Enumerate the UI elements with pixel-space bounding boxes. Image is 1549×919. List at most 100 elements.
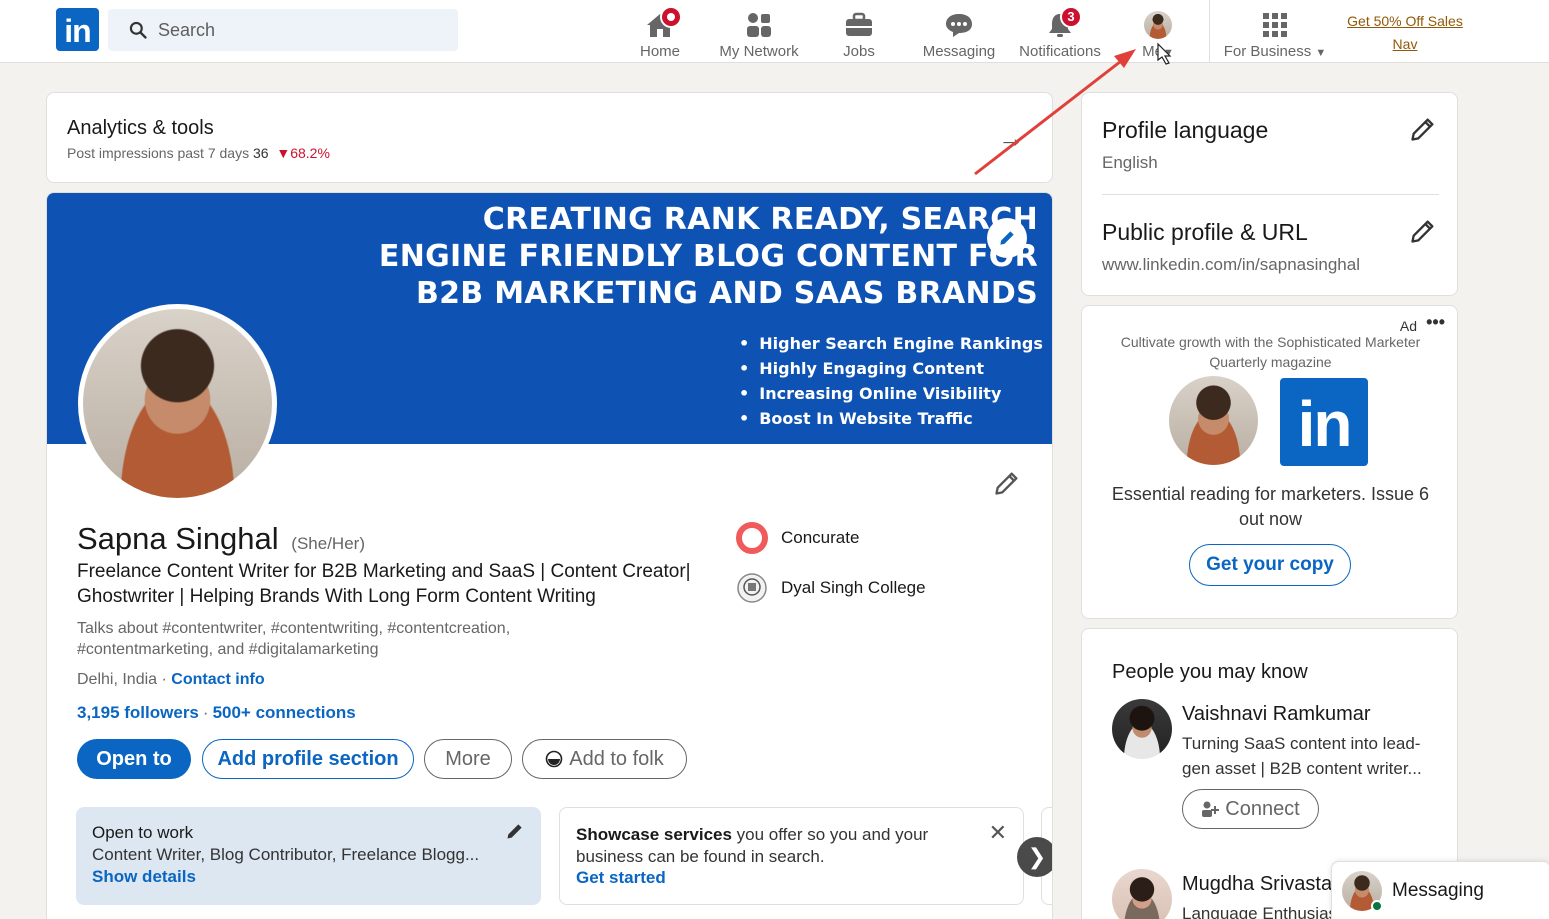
linkedin-logo[interactable]: in: [56, 8, 99, 51]
banner-line-1: CREATING RANK READY, SEARCH: [482, 202, 1038, 237]
pencil-icon: [1000, 231, 1014, 245]
banner-bullets: Higher Search Engine Rankings Highly Eng…: [739, 331, 1043, 431]
online-status-icon: [1371, 900, 1383, 912]
open-to-work-roles: Content Writer, Blog Contributor, Freela…: [92, 845, 480, 864]
messaging-avatar: [1342, 871, 1383, 912]
person-name[interactable]: Mugdha Srivastava: [1182, 873, 1353, 896]
briefcase-icon: [846, 12, 872, 36]
edit-intro-pencil-icon[interactable]: [993, 469, 1021, 497]
show-details-link[interactable]: Show details: [92, 867, 196, 887]
ad-body: Essential reading for marketers. Issue 6…: [1111, 484, 1430, 529]
followers-link[interactable]: 3,195 followers: [77, 703, 199, 722]
profile-location-line: Delhi, India · Contact info: [77, 671, 265, 688]
org-concurate[interactable]: Concurate: [735, 521, 859, 555]
profile-name-line: Sapna Singhal (She/Her): [77, 521, 365, 557]
person-name[interactable]: Vaishnavi Ramkumar: [1182, 703, 1371, 726]
contact-info-link[interactable]: Contact info: [171, 671, 264, 688]
promo-line-2: Nav: [1392, 36, 1418, 52]
caret-down-icon: ▼: [1315, 47, 1327, 59]
org-dyal-singh-college[interactable]: Dyal Singh College: [735, 571, 926, 605]
profile-name: Sapna Singhal: [77, 521, 279, 556]
banner-bullet: Increasing Online Visibility: [739, 381, 1043, 406]
nav-messaging-label: Messaging: [922, 43, 996, 60]
folk-icon: [545, 750, 563, 768]
impressions-change: 68.2%: [290, 145, 330, 161]
profile-network-stats: 3,195 followers · 500+ connections: [77, 703, 356, 722]
messaging-label: Messaging: [1392, 880, 1484, 901]
nav-notifications-label: Notifications: [1019, 43, 1101, 60]
impressions-value: 36: [252, 145, 269, 161]
add-to-folk-label: Add to folk: [569, 747, 664, 770]
search-box[interactable]: [108, 9, 458, 51]
profile-location: Delhi, India: [77, 671, 158, 688]
connections-link[interactable]: 500+ connections: [213, 703, 356, 722]
college-crest-icon: [735, 571, 769, 605]
showcase-text: Showcase services you offer so you and y…: [576, 824, 976, 868]
edit-banner-button[interactable]: [987, 218, 1027, 258]
caret-down-icon: ▼: [1162, 47, 1174, 59]
add-profile-section-button[interactable]: Add profile section: [202, 739, 414, 779]
top-nav: in Home My Network Jobs Messaging 3: [0, 0, 1549, 63]
analytics-card[interactable]: Analytics & tools Post impressions past …: [46, 92, 1053, 183]
public-profile-title: Public profile & URL: [1102, 219, 1308, 245]
edit-url-pencil-icon[interactable]: [1409, 217, 1437, 245]
more-options-icon[interactable]: •••: [1426, 312, 1445, 333]
open-to-work-title: Open to work: [92, 823, 194, 842]
concurate-logo-icon: [735, 521, 769, 555]
divider: [1102, 194, 1439, 195]
nav-for-business-label: For Business: [1223, 43, 1312, 60]
nav-me-label: Me: [1142, 43, 1163, 60]
arrow-right-icon[interactable]: →: [998, 123, 1024, 154]
carousel-next-button[interactable]: ❯: [1017, 837, 1052, 877]
banner-bullet: Boost In Website Traffic: [739, 406, 1043, 431]
add-to-folk-button[interactable]: Add to folk: [522, 739, 687, 779]
connect-button[interactable]: Connect: [1182, 789, 1319, 829]
nav-for-business[interactable]: For Business ▼: [1222, 4, 1328, 60]
nav-notifications[interactable]: 3 Notifications: [1016, 4, 1104, 60]
banner-line-2: ENGINE FRIENDLY BLOG CONTENT FOR: [378, 239, 1038, 274]
get-started-link[interactable]: Get started: [576, 868, 666, 888]
ad-user-avatar: [1169, 376, 1258, 465]
nav-messaging[interactable]: Messaging: [922, 4, 996, 60]
search-input[interactable]: [158, 19, 438, 41]
network-icon: [747, 13, 771, 37]
more-button[interactable]: More: [424, 739, 512, 779]
add-person-icon: [1202, 801, 1220, 817]
messaging-overlay-bar[interactable]: Messaging: [1331, 861, 1549, 919]
search-icon: [129, 21, 147, 39]
me-avatar: [1144, 11, 1172, 39]
nav-me[interactable]: Me▼: [1134, 4, 1182, 60]
nav-jobs[interactable]: Jobs: [836, 4, 882, 60]
nav-home-label: Home: [639, 43, 680, 60]
pencil-icon[interactable]: [505, 821, 525, 841]
avatar: [1112, 699, 1172, 759]
avatar: [1112, 869, 1172, 919]
profile-language-title: Profile language: [1102, 117, 1269, 143]
trend-down-icon: ▼: [276, 145, 291, 161]
promo-line-1: Get 50% Off Sales: [1347, 13, 1463, 29]
get-your-copy-button[interactable]: Get your copy: [1189, 544, 1351, 586]
profile-language-value: English: [1102, 153, 1158, 172]
notifications-badge: 3: [1060, 6, 1082, 28]
open-to-button[interactable]: Open to: [77, 739, 191, 779]
public-profile-url: www.linkedin.com/in/sapnasinghal: [1102, 255, 1360, 274]
analytics-subtitle: Post impressions past 7 days 36 ▼68.2%: [67, 145, 330, 161]
chevron-right-icon: ❯: [1027, 844, 1047, 869]
edit-language-pencil-icon[interactable]: [1409, 115, 1437, 143]
showcase-services-card: Showcase services you offer so you and y…: [559, 807, 1024, 905]
premium-promo-link[interactable]: Get 50% Off Sales Nav: [1338, 10, 1472, 56]
org-name: Concurate: [781, 528, 860, 547]
messaging-icon: [946, 14, 972, 37]
ad-tagline: Cultivate growth with the Sophisticated …: [1120, 334, 1421, 370]
open-to-work-card[interactable]: Open to work Content Writer, Blog Contri…: [76, 807, 541, 905]
nav-my-network-label: My Network: [719, 43, 799, 60]
profile-settings-card: Profile language English Public profile …: [1081, 92, 1458, 296]
profile-photo[interactable]: [78, 304, 277, 503]
nav-home[interactable]: Home: [634, 4, 686, 60]
impressions-label: Post impressions past 7 days: [67, 145, 250, 161]
profile-pronouns: (She/Her): [291, 534, 365, 553]
close-icon[interactable]: ✕: [989, 820, 1007, 846]
profile-card: CREATING RANK READY, SEARCH ENGINE FRIEN…: [46, 192, 1053, 919]
nav-my-network[interactable]: My Network: [716, 4, 802, 60]
linkedin-logo: in: [1280, 378, 1368, 466]
